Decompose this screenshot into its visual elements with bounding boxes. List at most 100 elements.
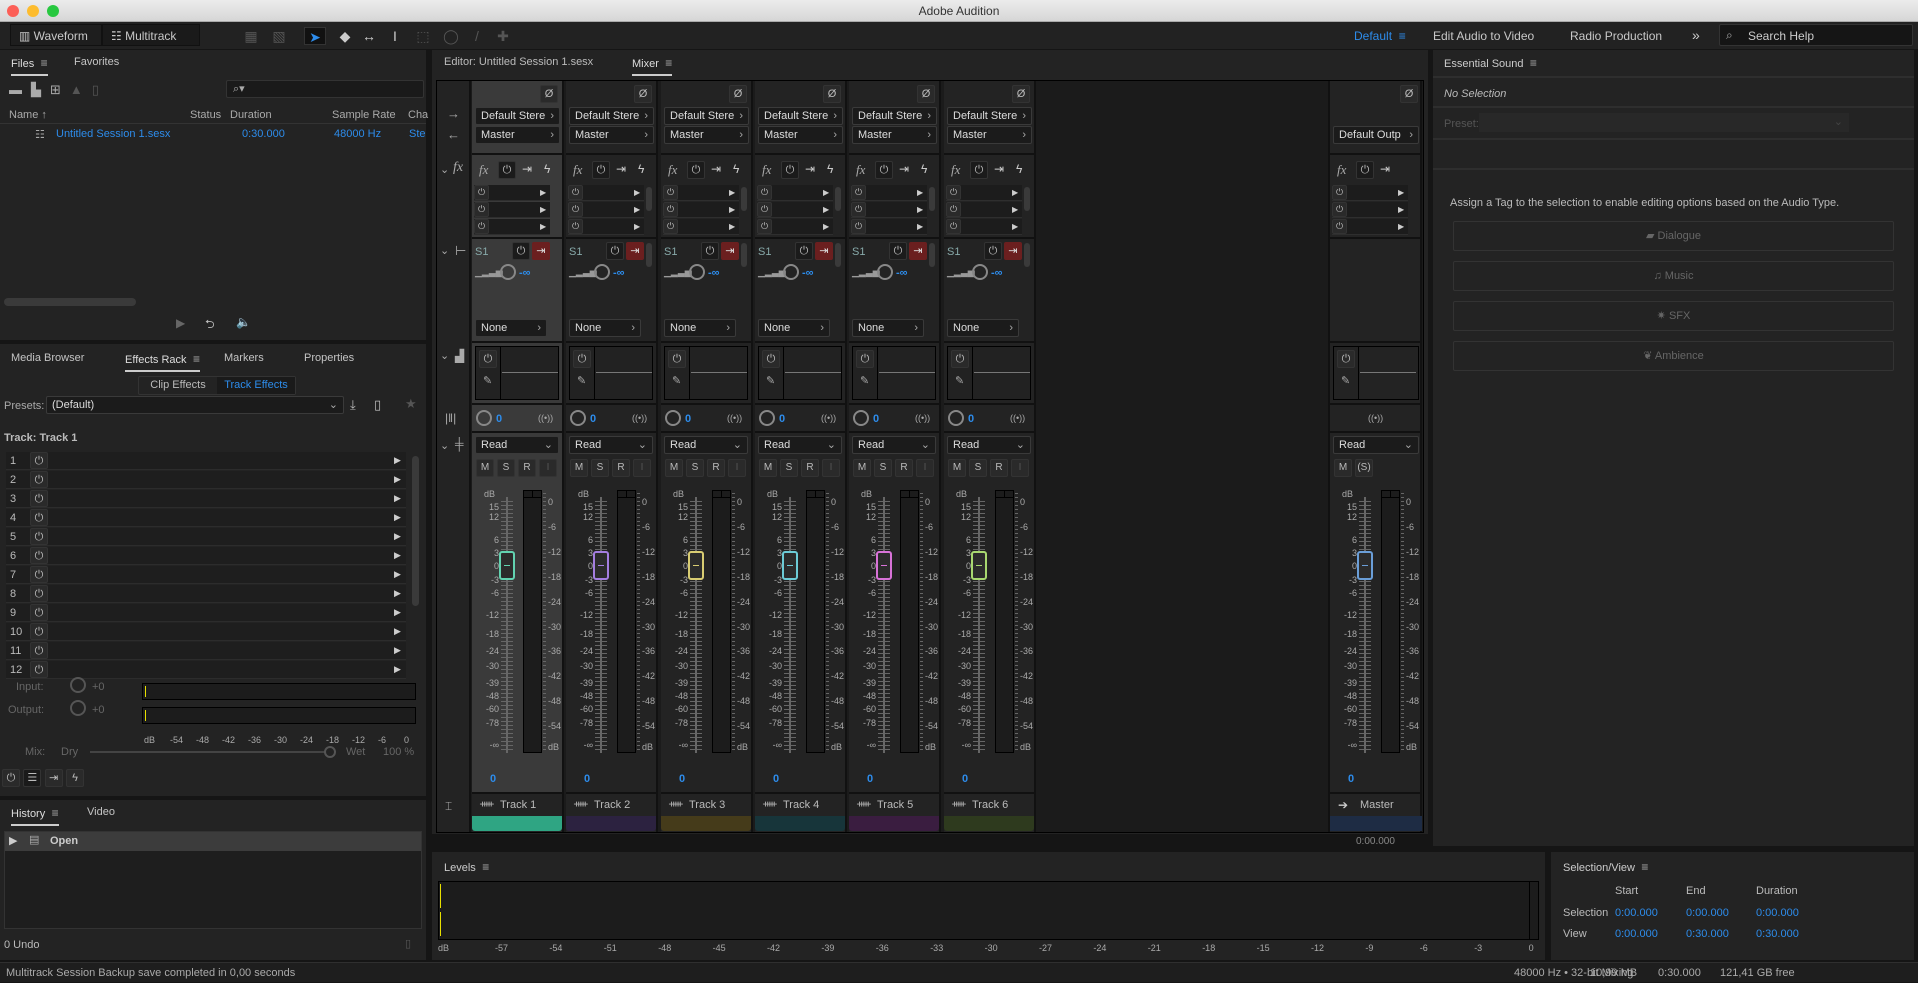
- send-volume-knob[interactable]: [500, 264, 516, 280]
- power-icon[interactable]: ⏻: [568, 202, 583, 217]
- column-duration[interactable]: Duration: [230, 109, 272, 121]
- effect-slot[interactable]: 5 ⏻ ▶: [6, 528, 406, 546]
- workspace-edit-audio-to-video[interactable]: Edit Audio to Video: [1433, 29, 1534, 43]
- fx-slot[interactable]: ⏻ ▶: [757, 185, 833, 201]
- solo-button[interactable]: S: [497, 459, 515, 477]
- lightning-icon[interactable]: ϟ: [827, 162, 833, 176]
- monitor-input-button[interactable]: I: [1011, 459, 1029, 477]
- fx-slot[interactable]: ⏻ ▶: [474, 202, 550, 218]
- view-start[interactable]: 0:00.000: [1615, 928, 1658, 940]
- spot-healing-tool-icon[interactable]: ✚: [494, 27, 512, 45]
- collapse-automation-icon[interactable]: ⌄: [440, 439, 449, 452]
- workspace-radio-production[interactable]: Radio Production: [1570, 29, 1662, 43]
- power-icon[interactable]: ⏻: [663, 202, 678, 217]
- effect-slot[interactable]: 8 ⏻ ▶: [6, 585, 406, 603]
- slot-menu-arrow-icon[interactable]: ▶: [823, 205, 829, 214]
- column-channels[interactable]: Cha: [408, 109, 428, 121]
- fx-slot[interactable]: ⏻ ▶: [851, 185, 927, 201]
- fx-power-icon[interactable]: ⏻: [875, 161, 893, 179]
- collapse-eq-icon[interactable]: ⌄: [440, 349, 449, 362]
- slot-menu-arrow-icon[interactable]: ▶: [394, 455, 401, 466]
- automation-mode-dropdown[interactable]: Read ⌄: [475, 436, 559, 454]
- menu-icon[interactable]: ≡: [1527, 56, 1537, 70]
- fx-slot[interactable]: ⏻ ▶: [663, 219, 739, 235]
- slot-menu-arrow-icon[interactable]: ▶: [729, 222, 735, 231]
- power-icon[interactable]: ⏻: [1332, 185, 1347, 200]
- tab-favorites[interactable]: Favorites: [74, 56, 119, 68]
- lightning-icon[interactable]: ϟ: [638, 162, 644, 176]
- column-status[interactable]: Status: [190, 109, 221, 121]
- eq-power-icon[interactable]: ⏻: [479, 350, 497, 368]
- fx-slot[interactable]: ⏻ ▶: [851, 202, 927, 218]
- track-name[interactable]: Track 4: [783, 799, 819, 811]
- eq-power-icon[interactable]: ⏻: [668, 350, 686, 368]
- slot-menu-arrow-icon[interactable]: ▶: [1012, 188, 1018, 197]
- import-icon[interactable]: ▙: [31, 82, 50, 97]
- slot-menu-arrow-icon[interactable]: ▶: [394, 626, 401, 637]
- track-name[interactable]: Track 6: [972, 799, 1008, 811]
- tab-properties[interactable]: Properties: [304, 352, 354, 364]
- selection-duration[interactable]: 0:00.000: [1756, 907, 1799, 919]
- fx-power-icon[interactable]: ⏻: [592, 161, 610, 179]
- input-dropdown[interactable]: Default Stere ›: [664, 107, 749, 125]
- fx-slot[interactable]: ⏻ ▶: [946, 185, 1022, 201]
- pre-post-fader-icon[interactable]: ⇥: [522, 162, 532, 176]
- effect-slot[interactable]: 1 ⏻ ▶: [6, 452, 406, 470]
- presets-dropdown[interactable]: (Default) ⌄: [46, 396, 344, 414]
- menu-icon[interactable]: ≡: [190, 352, 200, 366]
- record-arm-button[interactable]: R: [895, 459, 913, 477]
- automation-mode-dropdown[interactable]: Read ⌄: [1333, 436, 1419, 454]
- power-icon[interactable]: ⏻: [30, 528, 48, 545]
- volume-fader-handle[interactable]: [971, 551, 987, 580]
- fx-slot[interactable]: ⏻ ▶: [474, 185, 550, 201]
- tab-files[interactable]: Files ≡: [11, 56, 48, 76]
- sends-scrollbar[interactable]: [552, 243, 558, 267]
- ambience-button[interactable]: ❦ Ambience: [1453, 341, 1894, 371]
- solo-button[interactable]: S: [686, 459, 704, 477]
- send-power-icon[interactable]: ⏻: [606, 242, 624, 260]
- power-icon[interactable]: ⏻: [30, 623, 48, 640]
- history-item[interactable]: ▶ ▤ Open: [5, 832, 421, 851]
- volume-fader-handle[interactable]: [499, 551, 515, 580]
- pre-post-fader-icon[interactable]: ⇥: [1380, 162, 1390, 176]
- eq-graph[interactable]: ⏻ ✎: [1333, 346, 1419, 400]
- spectral-pitch-icon[interactable]: ▧: [270, 27, 288, 45]
- send-pre-post-icon[interactable]: ⇥: [909, 242, 927, 260]
- slot-menu-arrow-icon[interactable]: ▶: [1012, 205, 1018, 214]
- slot-menu-arrow-icon[interactable]: ▶: [729, 188, 735, 197]
- send-power-icon[interactable]: ⏻: [512, 242, 530, 260]
- eq-graph[interactable]: ⏻ ✎: [664, 346, 748, 400]
- phase-invert-icon[interactable]: Ø: [634, 85, 652, 103]
- power-icon[interactable]: ⏻: [568, 219, 583, 234]
- music-button[interactable]: ♫ Music: [1453, 261, 1894, 291]
- track-name[interactable]: Track 5: [877, 799, 913, 811]
- power-icon[interactable]: ⏻: [30, 490, 48, 507]
- send-destination-dropdown[interactable]: None ›: [947, 319, 1019, 337]
- output-dropdown[interactable]: Master ›: [758, 126, 843, 144]
- volume-value[interactable]: 0: [490, 773, 496, 785]
- fx-scrollbar[interactable]: [741, 187, 747, 211]
- slot-menu-arrow-icon[interactable]: ▶: [634, 188, 640, 197]
- slot-menu-arrow-icon[interactable]: ▶: [394, 664, 401, 675]
- move-tool-icon[interactable]: ➤: [304, 27, 326, 45]
- horizontal-scrollbar[interactable]: [4, 298, 136, 306]
- fx-slot[interactable]: ⏻ ▶: [757, 219, 833, 235]
- pan-knob[interactable]: [570, 410, 586, 426]
- effect-slot[interactable]: 4 ⏻ ▶: [6, 509, 406, 527]
- fx-icon[interactable]: fx: [951, 162, 960, 178]
- automation-mode-dropdown[interactable]: Read ⌄: [947, 436, 1031, 454]
- menu-icon[interactable]: ≡: [37, 56, 48, 70]
- autoplay-icon[interactable]: 🔈: [236, 315, 251, 329]
- record-arm-button[interactable]: R: [990, 459, 1008, 477]
- zoom-window-button[interactable]: [47, 5, 59, 17]
- volume-value[interactable]: 0: [679, 773, 685, 785]
- effect-slot[interactable]: 10 ⏻ ▶: [6, 623, 406, 641]
- effect-slot[interactable]: 12 ⏻ ▶: [6, 661, 406, 679]
- power-icon[interactable]: ⏻: [30, 566, 48, 583]
- pencil-icon[interactable]: ✎: [483, 374, 492, 387]
- power-icon[interactable]: ⏻: [30, 452, 48, 469]
- more-workspaces-button[interactable]: »: [1692, 27, 1700, 43]
- eq-power-icon[interactable]: ⏻: [573, 350, 591, 368]
- power-icon[interactable]: ⏻: [474, 185, 489, 200]
- slot-menu-arrow-icon[interactable]: ▶: [1398, 222, 1404, 231]
